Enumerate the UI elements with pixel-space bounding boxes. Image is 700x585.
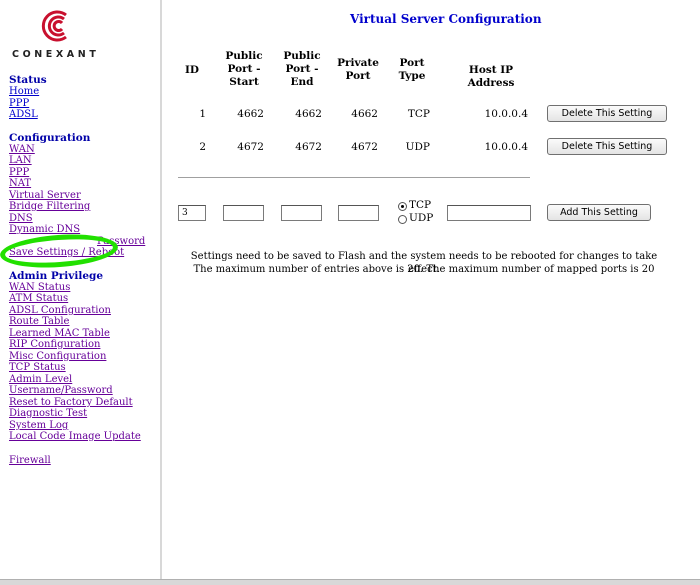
nav-link-dynamic-dns[interactable]: Dynamic DNS [9,224,80,235]
radio-tcp[interactable] [398,202,407,211]
delete-setting-button-1[interactable]: Delete This Setting [547,105,667,122]
note-max-entries: The maximum number of entries above is 2… [193,264,655,275]
conexant-logo: CONEXANT [8,9,158,63]
nav-link-adsl-configuration[interactable]: ADSL Configuration [9,305,111,316]
row1-id: 1 [199,108,206,120]
nav-link-system-log[interactable]: System Log [9,420,68,431]
main-content: Virtual Server Configuration ID Public P… [164,0,700,585]
nav-link-virtual-server[interactable]: Virtual Server [9,190,81,201]
nav-link-route-table[interactable]: Route Table [9,316,69,327]
new-id-input[interactable] [178,205,206,221]
nav-link-diagnostic-test[interactable]: Diagnostic Test [9,408,87,419]
row2-id: 2 [199,141,206,153]
row2-host-ip: 10.0.0.4 [484,141,528,153]
new-public-end-input[interactable] [281,205,322,221]
nav-link-local-code-update[interactable]: Local Code Image Update [9,431,141,442]
bottom-status-bar [0,579,700,585]
nav-link-ppp[interactable]: PPP [9,167,29,178]
row2-public-start: 4672 [237,141,264,153]
nav-link-dns[interactable]: DNS [9,213,33,224]
row2-private: 4672 [351,141,378,153]
admin-heading: Admin Privilege [9,270,104,282]
nav-link-rip-configuration[interactable]: RIP Configuration [9,339,100,350]
page-title: Virtual Server Configuration [350,12,542,26]
row1-host-ip: 10.0.0.4 [484,108,528,120]
nav-link-bridge-filtering[interactable]: Bridge Filtering [9,201,90,212]
row2-type: UDP [405,141,430,153]
header-id: ID [184,64,200,76]
nav-link-learned-mac-table[interactable]: Learned MAC Table [9,328,110,339]
header-host-ip: Host IP Address [467,64,515,89]
nav-link-lan[interactable]: LAN [9,155,32,166]
radio-udp[interactable] [398,215,407,224]
nav-link-username-password[interactable]: Username/Password [9,385,113,396]
new-private-port-input[interactable] [338,205,379,221]
row1-public-start: 4662 [237,108,264,120]
row1-type: TCP [407,108,430,120]
nav-link-home[interactable]: Home [9,86,39,97]
header-port-type: Port Type [398,57,426,82]
nav-link-misc-configuration[interactable]: Misc Configuration [9,351,106,362]
nav-link-atm-status[interactable]: ATM Status [9,293,68,304]
status-heading: Status [9,74,47,86]
header-public-port-start: Public Port - Start [225,50,263,88]
green-highlight-circle [0,230,119,272]
nav-link-firewall[interactable]: Firewall [9,455,51,466]
conexant-logo-icon [41,10,67,42]
row1-public-end: 4662 [295,108,322,120]
table-divider [178,177,530,178]
nav-link-tcp-status[interactable]: TCP Status [9,362,66,373]
radio-tcp-label: TCP [409,199,432,211]
nav-link-adsl-status[interactable]: ADSL [9,109,38,120]
nav-link-nat[interactable]: NAT [9,178,31,189]
configuration-heading: Configuration [9,132,91,144]
new-host-ip-input[interactable] [447,205,531,221]
nav-link-reset-factory[interactable]: Reset to Factory Default [9,397,133,408]
brand-text: CONEXANT [12,49,100,60]
add-setting-button[interactable]: Add This Setting [547,204,651,221]
nav-link-wan[interactable]: WAN [9,144,35,155]
sidebar: CONEXANT Status Home PPP ADSL Configurat… [0,0,162,579]
header-public-port-end: Public Port - End [283,50,321,88]
delete-setting-button-2[interactable]: Delete This Setting [547,138,667,155]
nav-link-ppp-status[interactable]: PPP [9,98,29,109]
radio-udp-label: UDP [409,212,434,224]
nav-link-wan-status[interactable]: WAN Status [9,282,70,293]
header-private-port: Private Port [337,57,379,82]
row2-public-end: 4672 [295,141,322,153]
row1-private: 4662 [351,108,378,120]
new-public-start-input[interactable] [223,205,264,221]
nav-link-admin-level[interactable]: Admin Level [9,374,72,385]
